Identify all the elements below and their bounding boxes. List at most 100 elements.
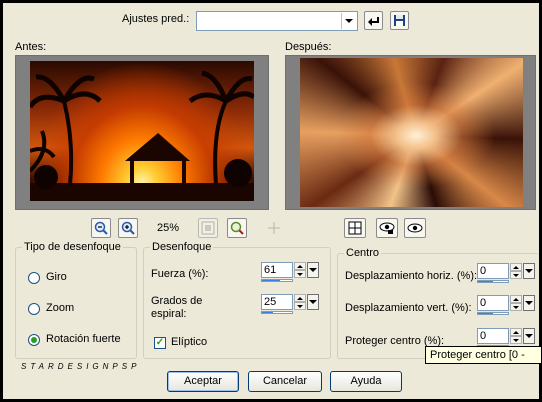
h-offset-up-button[interactable] [510,263,522,271]
v-offset-down-button[interactable] [510,303,522,311]
zoom-out-button[interactable] [91,218,111,238]
spiral-label-line2: espiral: [151,308,187,320]
strength-down-button[interactable] [294,270,306,278]
zoom-in-button[interactable] [118,218,138,238]
protect-center-up-button[interactable] [510,328,522,336]
blur-title: Desenfoque [150,241,214,253]
radio-zoom-label[interactable]: Zoom [46,302,74,314]
layout-icon [348,221,362,235]
spiral-slider[interactable] [261,311,293,314]
strength-slider[interactable] [261,279,293,282]
undo-arrow-icon [368,17,379,26]
radio-zoom[interactable] [28,303,40,315]
protect-center-dropdown-button[interactable] [523,328,535,344]
zoom-fit-icon [201,221,215,235]
protect-center-spinbox[interactable]: 0 [477,328,535,348]
after-preview[interactable] [285,55,536,210]
after-image [300,58,523,207]
watermark: STARDESIGNPSP [21,362,141,371]
h-offset-spinbox[interactable]: 0 [477,263,535,283]
v-offset-slider-fill [478,313,493,314]
spiral-label-line1: Grados de [151,295,203,307]
auto-proof-button[interactable] [404,218,426,238]
before-image [30,61,254,201]
zoom-fit-button[interactable] [198,218,218,238]
zoom-in-icon [121,221,135,235]
h-offset-input[interactable]: 0 [477,263,509,279]
palm-silhouette-icon [30,70,254,201]
protect-center-down-button[interactable] [510,336,522,344]
chevron-down-icon [525,269,533,273]
arrow-down-icon [513,305,519,309]
ok-button[interactable]: Aceptar [167,371,239,392]
arrow-down-icon [513,273,519,277]
reset-preset-button[interactable] [364,11,383,30]
floppy-disk-icon [394,15,405,26]
strength-slider-fill [262,280,281,281]
v-offset-input[interactable]: 0 [477,295,509,311]
v-offset-slider[interactable] [477,312,509,315]
protect-center-arrows[interactable] [510,328,522,344]
radio-giro-label[interactable]: Giro [46,271,67,283]
spiral-spinbox[interactable]: 25 [261,294,319,314]
radio-rotacion-fuerte-label[interactable]: Rotación fuerte [46,333,121,345]
arrow-up-icon [297,264,303,268]
presets-combo[interactable] [196,11,358,31]
arrow-down-icon [297,272,303,276]
h-offset-slider-fill [478,281,493,282]
dialog-window: Ajustes pred.: Antes: Después: 25% Tipo … [3,3,539,399]
arrow-down-icon [513,338,519,342]
chevron-down-icon [309,300,317,304]
strength-arrows[interactable] [294,262,306,278]
tooltip: Proteger centro [0 - [425,346,542,364]
eye-lock-icon [379,222,395,234]
arrow-up-icon [513,265,519,269]
presets-label: Ajustes pred.: [122,13,190,25]
spiral-down-button[interactable] [294,302,306,310]
protect-center-input[interactable]: 0 [477,328,509,344]
presets-dropdown-button[interactable] [341,13,356,29]
center-title: Centro [344,247,382,259]
after-label: Después: [285,41,332,53]
v-offset-arrows[interactable] [510,295,522,311]
spiral-slider-fill [262,312,273,313]
radio-giro[interactable] [28,272,40,284]
strength-up-button[interactable] [294,262,306,270]
v-offset-spinbox[interactable]: 0 [477,295,535,315]
h-offset-slider[interactable] [477,280,509,283]
zoom-actual-button[interactable] [227,218,247,238]
strength-input[interactable]: 61 [261,262,293,278]
preview-on-image-button[interactable] [376,218,398,238]
chevron-down-icon [309,268,317,272]
arrow-up-icon [513,330,519,334]
save-preset-button[interactable] [390,11,409,30]
h-offset-down-button[interactable] [510,271,522,279]
before-preview[interactable] [15,55,269,210]
help-button[interactable]: Ayuda [330,371,402,392]
chevron-down-icon [525,334,533,338]
pan-button[interactable] [267,221,281,235]
elliptic-checkbox[interactable]: ✓ [154,337,166,349]
h-offset-dropdown-button[interactable] [523,263,535,279]
move-arrows-icon [268,222,280,234]
v-offset-label: Desplazamiento vert. (%): [345,302,472,314]
magnifier-icon [230,221,244,235]
spiral-input[interactable]: 25 [261,294,293,310]
strength-dropdown-button[interactable] [307,262,319,278]
arrow-up-icon [297,296,303,300]
chevron-down-icon [345,19,353,23]
chevron-down-icon [525,301,533,305]
h-offset-arrows[interactable] [510,263,522,279]
v-offset-up-button[interactable] [510,295,522,303]
cancel-button[interactable]: Cancelar [248,371,322,392]
spiral-arrows[interactable] [294,294,306,310]
toggle-preview-layout-button[interactable] [344,218,366,238]
elliptic-label[interactable]: Elíptico [171,336,207,348]
spiral-up-button[interactable] [294,294,306,302]
zoom-out-icon [94,221,108,235]
spiral-dropdown-button[interactable] [307,294,319,310]
before-label: Antes: [15,41,47,53]
v-offset-dropdown-button[interactable] [523,295,535,311]
strength-spinbox[interactable]: 61 [261,262,319,282]
radio-rotacion-fuerte[interactable] [28,334,40,346]
